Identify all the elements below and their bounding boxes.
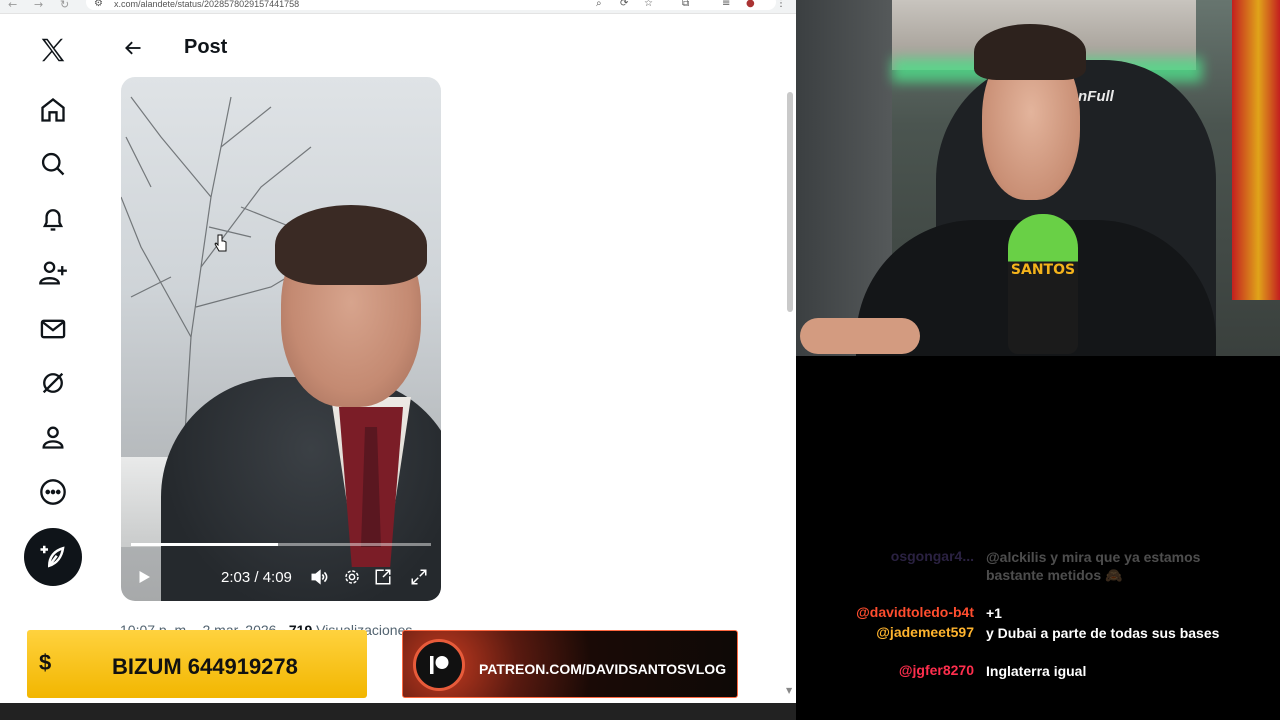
dock-icon <box>375 569 391 585</box>
bookmark-star-icon[interactable]: ☆ <box>644 0 653 9</box>
x-logo-icon[interactable] <box>32 29 74 71</box>
forward-nav-icon[interactable]: → <box>34 0 43 11</box>
webcam-streamer-hair <box>974 24 1086 80</box>
bizum-text: BIZUM 644919278 <box>112 654 298 679</box>
bizum-logo-icon: $ <box>39 650 52 675</box>
video-progress-fill <box>131 543 278 546</box>
patreon-logo-icon <box>413 639 465 691</box>
browser-menu-icon[interactable]: ⋮ <box>776 0 786 9</box>
video-timecode: 2:03 / 4:09 <box>221 569 292 586</box>
play-button[interactable] <box>129 561 159 593</box>
zoom-icon[interactable]: ⌕ <box>596 0 602 9</box>
follow-icon[interactable] <box>32 252 74 294</box>
screen: ← → ↻ ⚙ x.com/alandete/status/2028578029… <box>0 0 1280 720</box>
scroll-down-arrow-icon[interactable]: ▼ <box>786 686 792 695</box>
volume-icon <box>311 569 328 585</box>
settings-button[interactable] <box>340 561 364 593</box>
dock-button[interactable] <box>371 561 395 593</box>
arrow-left-icon <box>125 41 141 55</box>
url-text[interactable]: x.com/alandete/status/202857802915744175… <box>114 0 299 9</box>
patreon-text: PATREON.COM/DAVIDSANTOSVLOG <box>479 661 727 677</box>
video-controls: 2:03 / 4:09 <box>121 561 441 595</box>
messages-icon[interactable] <box>32 308 74 350</box>
site-info-icon[interactable]: ⚙ <box>94 0 103 9</box>
profile-icon[interactable] <box>32 416 74 458</box>
chat-overlay: osgongar4... @alckilis y mira que ya est… <box>796 540 1280 710</box>
translate-icon[interactable]: ⟳ <box>620 0 628 9</box>
video-player[interactable]: 2:03 / 4:09 <box>121 77 441 601</box>
gear-icon <box>345 570 359 584</box>
browser-toolbar: ← → ↻ ⚙ x.com/alandete/status/2028578029… <box>0 0 796 14</box>
mic-label: SANTOS <box>1010 262 1076 278</box>
more-icon[interactable] <box>32 471 74 513</box>
fullscreen-icon <box>411 569 427 585</box>
speaker-hair <box>275 205 427 285</box>
video-progress-bar[interactable] <box>131 543 431 546</box>
chat-username: @davidtoledo-b4t <box>856 604 974 620</box>
media-icon[interactable]: ≡ <box>722 0 730 9</box>
bottom-black-bar <box>0 703 796 720</box>
patreon-banner: PATREON.COM/DAVIDSANTOSVLOG <box>402 630 738 698</box>
grok-icon[interactable] <box>32 362 74 404</box>
page-title: Post <box>184 36 228 58</box>
home-icon[interactable] <box>32 89 74 131</box>
chair-brand-text: nFull <box>1078 88 1114 105</box>
page-scrollbar[interactable] <box>787 92 793 312</box>
compose-post-button[interactable] <box>24 528 82 586</box>
extensions-icon[interactable]: ⧉ <box>682 0 689 9</box>
chat-username: osgongar4... <box>890 548 974 564</box>
notifications-icon[interactable] <box>32 198 74 240</box>
search-icon[interactable] <box>32 143 74 185</box>
webcam-flag <box>1232 0 1280 300</box>
feather-plus-icon <box>40 545 65 568</box>
chat-username: @jgfer8270 <box>898 662 974 678</box>
profile-avatar-icon[interactable]: ● <box>746 0 755 9</box>
webcam-feed: nFull SANTOS <box>796 0 1280 356</box>
browser-window: ← → ↻ ⚙ x.com/alandete/status/2028578029… <box>0 0 796 703</box>
chat-text: Inglaterra igual <box>986 663 1087 679</box>
hand-cursor-icon <box>214 234 227 252</box>
chat-text: +1 <box>986 605 1002 621</box>
back-nav-icon[interactable]: ← <box>8 0 17 11</box>
chat-text: y Dubai a parte de todas sus bases <box>986 625 1220 641</box>
volume-button[interactable] <box>307 561 331 593</box>
fullscreen-button[interactable] <box>407 561 431 593</box>
webcam-microphone <box>1008 214 1078 354</box>
bizum-banner: $ BIZUM 644919278 <box>27 630 367 698</box>
chat-username: @jademeet597 <box>876 624 974 640</box>
webcam-streamer-hand <box>800 318 920 354</box>
reload-icon[interactable]: ↻ <box>60 0 69 11</box>
chat-text: @alckilis y mira que ya estamos bastante… <box>986 549 1201 583</box>
back-button[interactable] <box>120 35 146 61</box>
play-icon <box>139 571 150 583</box>
